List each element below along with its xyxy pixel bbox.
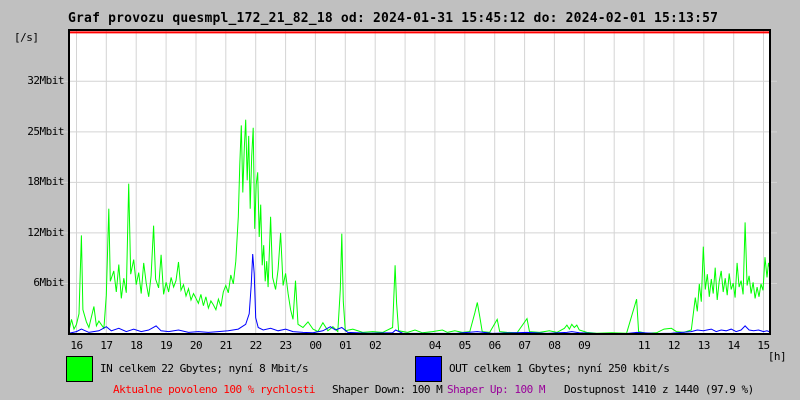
x-axis-tick-label: 02: [369, 339, 382, 352]
x-axis-unit-label: [h]: [767, 350, 787, 363]
legend-in-swatch: [66, 356, 93, 382]
x-axis-tick-label: 20: [189, 339, 203, 352]
x-axis-tick-label: 11: [637, 339, 651, 352]
y-axis-tick-label: 12Mbit: [27, 225, 64, 239]
y-axis-tick-label: 32Mbit: [27, 74, 64, 88]
y-axis-tick-label: 18Mbit: [27, 175, 64, 189]
legend-out-swatch: [415, 356, 442, 382]
graph-title: Graf provozu quesmpl_172_21_82_18 od: 20…: [68, 11, 719, 26]
legend-out-label: OUT celkem 1 Gbytes; nyní 250 kbit/s: [449, 362, 670, 375]
traffic-graph: Graf provozu quesmpl_172_21_82_18 od: 20…: [0, 0, 800, 400]
x-axis-tick-label: 06: [488, 339, 502, 352]
status-allowed-speed: Aktualne povoleno 100 % rychlosti: [113, 383, 316, 396]
x-axis-tick-label: 17: [100, 339, 113, 352]
x-axis-tick-label: 09: [578, 339, 591, 352]
legend-in-label: IN celkem 22 Gbytes; nyní 8 Mbit/s: [100, 362, 309, 375]
x-axis-tick-label: 22: [249, 339, 263, 352]
x-axis-tick-label: 01: [339, 339, 352, 352]
status-availability: Dostupnost 1410 z 1440 (97.9 %): [564, 383, 754, 396]
x-axis-tick-label: 16: [70, 339, 83, 352]
y-axis-tick-label: 6Mbit: [33, 276, 64, 290]
x-axis-tick-label: 05: [458, 339, 472, 352]
x-axis-tick-label: 13: [697, 339, 711, 352]
x-axis-tick-label: 08: [548, 339, 561, 352]
x-axis-tick-label: 12: [667, 339, 681, 352]
x-axis-tick-label: 21: [219, 339, 233, 352]
x-axis-tick-label: 19: [159, 339, 173, 352]
y-axis-unit-label: [/s]: [14, 31, 39, 44]
status-shaper-down: Shaper Down: 100 M: [332, 383, 443, 396]
status-shaper-up: Shaper Up: 100 M: [447, 383, 545, 396]
x-axis-tick-label: 14: [727, 339, 741, 352]
x-axis-tick-label: 04: [428, 339, 442, 352]
x-axis-tick-label: 18: [130, 339, 143, 352]
y-axis-tick-label: 25Mbit: [27, 124, 64, 138]
x-axis-tick-label: 23: [279, 339, 292, 352]
x-axis-tick-label: 00: [309, 339, 322, 352]
x-axis-tick-label: 07: [518, 339, 531, 352]
